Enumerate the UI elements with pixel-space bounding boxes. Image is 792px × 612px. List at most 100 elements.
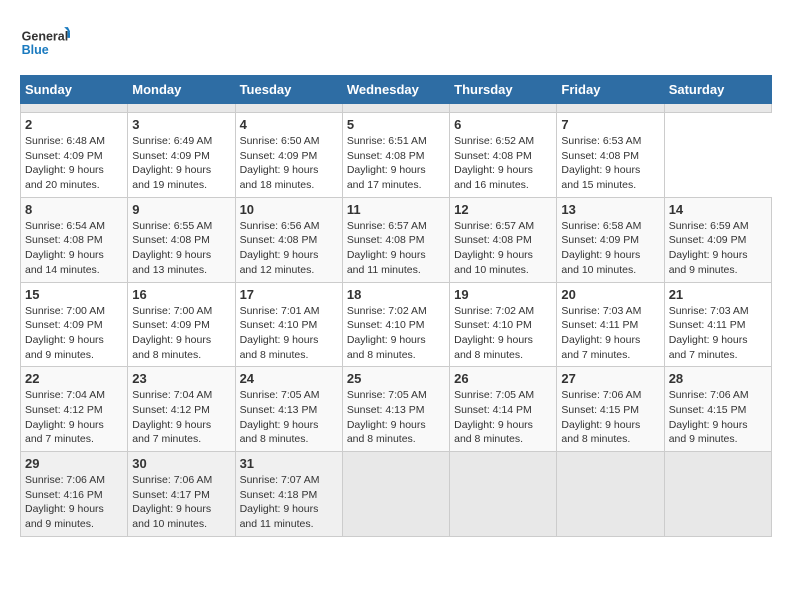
day-info: Sunrise: 7:01 AM Sunset: 4:10 PM Dayligh… xyxy=(240,304,338,363)
calendar-cell: 3 Sunrise: 6:49 AM Sunset: 4:09 PM Dayli… xyxy=(128,113,235,198)
calendar-cell: 2 Sunrise: 6:48 AM Sunset: 4:09 PM Dayli… xyxy=(21,113,128,198)
day-info: Sunrise: 7:02 AM Sunset: 4:10 PM Dayligh… xyxy=(347,304,445,363)
calendar-cell xyxy=(128,104,235,113)
calendar-cell: 8 Sunrise: 6:54 AM Sunset: 4:08 PM Dayli… xyxy=(21,197,128,282)
weekday-header-friday: Friday xyxy=(557,76,664,104)
calendar-cell: 7 Sunrise: 6:53 AM Sunset: 4:08 PM Dayli… xyxy=(557,113,664,198)
calendar-cell xyxy=(664,104,771,113)
calendar-cell: 15 Sunrise: 7:00 AM Sunset: 4:09 PM Dayl… xyxy=(21,282,128,367)
calendar-cell xyxy=(557,452,664,537)
calendar-cell: 17 Sunrise: 7:01 AM Sunset: 4:10 PM Dayl… xyxy=(235,282,342,367)
calendar-cell: 20 Sunrise: 7:03 AM Sunset: 4:11 PM Dayl… xyxy=(557,282,664,367)
calendar-cell: 26 Sunrise: 7:05 AM Sunset: 4:14 PM Dayl… xyxy=(450,367,557,452)
day-info: Sunrise: 6:50 AM Sunset: 4:09 PM Dayligh… xyxy=(240,134,338,193)
day-info: Sunrise: 6:54 AM Sunset: 4:08 PM Dayligh… xyxy=(25,219,123,278)
day-number: 23 xyxy=(132,371,230,386)
day-info: Sunrise: 7:06 AM Sunset: 4:16 PM Dayligh… xyxy=(25,473,123,532)
week-row-3: 8 Sunrise: 6:54 AM Sunset: 4:08 PM Dayli… xyxy=(21,197,772,282)
day-info: Sunrise: 7:00 AM Sunset: 4:09 PM Dayligh… xyxy=(25,304,123,363)
day-info: Sunrise: 7:02 AM Sunset: 4:10 PM Dayligh… xyxy=(454,304,552,363)
calendar-cell xyxy=(342,452,449,537)
calendar-cell: 24 Sunrise: 7:05 AM Sunset: 4:13 PM Dayl… xyxy=(235,367,342,452)
calendar-cell xyxy=(21,104,128,113)
day-info: Sunrise: 7:06 AM Sunset: 4:15 PM Dayligh… xyxy=(669,388,767,447)
week-row-6: 29 Sunrise: 7:06 AM Sunset: 4:16 PM Dayl… xyxy=(21,452,772,537)
day-info: Sunrise: 7:05 AM Sunset: 4:13 PM Dayligh… xyxy=(240,388,338,447)
calendar-cell: 29 Sunrise: 7:06 AM Sunset: 4:16 PM Dayl… xyxy=(21,452,128,537)
week-row-1 xyxy=(21,104,772,113)
calendar-cell: 5 Sunrise: 6:51 AM Sunset: 4:08 PM Dayli… xyxy=(342,113,449,198)
day-number: 17 xyxy=(240,287,338,302)
weekday-header-saturday: Saturday xyxy=(664,76,771,104)
day-info: Sunrise: 7:05 AM Sunset: 4:13 PM Dayligh… xyxy=(347,388,445,447)
logo-svg: General Blue xyxy=(20,20,70,65)
day-number: 5 xyxy=(347,117,445,132)
calendar-cell xyxy=(450,452,557,537)
day-number: 29 xyxy=(25,456,123,471)
weekday-header-thursday: Thursday xyxy=(450,76,557,104)
day-info: Sunrise: 6:51 AM Sunset: 4:08 PM Dayligh… xyxy=(347,134,445,193)
day-info: Sunrise: 6:48 AM Sunset: 4:09 PM Dayligh… xyxy=(25,134,123,193)
day-number: 6 xyxy=(454,117,552,132)
calendar-cell: 30 Sunrise: 7:06 AM Sunset: 4:17 PM Dayl… xyxy=(128,452,235,537)
day-number: 9 xyxy=(132,202,230,217)
calendar-cell: 22 Sunrise: 7:04 AM Sunset: 4:12 PM Dayl… xyxy=(21,367,128,452)
calendar-cell xyxy=(664,452,771,537)
calendar-cell: 11 Sunrise: 6:57 AM Sunset: 4:08 PM Dayl… xyxy=(342,197,449,282)
calendar-cell: 12 Sunrise: 6:57 AM Sunset: 4:08 PM Dayl… xyxy=(450,197,557,282)
day-info: Sunrise: 6:53 AM Sunset: 4:08 PM Dayligh… xyxy=(561,134,659,193)
day-number: 11 xyxy=(347,202,445,217)
calendar-cell: 27 Sunrise: 7:06 AM Sunset: 4:15 PM Dayl… xyxy=(557,367,664,452)
calendar-cell xyxy=(557,104,664,113)
day-number: 28 xyxy=(669,371,767,386)
calendar-cell xyxy=(450,104,557,113)
day-number: 4 xyxy=(240,117,338,132)
day-number: 14 xyxy=(669,202,767,217)
day-number: 19 xyxy=(454,287,552,302)
day-number: 22 xyxy=(25,371,123,386)
day-info: Sunrise: 7:03 AM Sunset: 4:11 PM Dayligh… xyxy=(669,304,767,363)
calendar-cell: 28 Sunrise: 7:06 AM Sunset: 4:15 PM Dayl… xyxy=(664,367,771,452)
calendar-cell: 18 Sunrise: 7:02 AM Sunset: 4:10 PM Dayl… xyxy=(342,282,449,367)
day-number: 2 xyxy=(25,117,123,132)
calendar-cell: 21 Sunrise: 7:03 AM Sunset: 4:11 PM Dayl… xyxy=(664,282,771,367)
weekday-header-sunday: Sunday xyxy=(21,76,128,104)
day-info: Sunrise: 7:03 AM Sunset: 4:11 PM Dayligh… xyxy=(561,304,659,363)
day-number: 30 xyxy=(132,456,230,471)
day-number: 8 xyxy=(25,202,123,217)
calendar-cell: 10 Sunrise: 6:56 AM Sunset: 4:08 PM Dayl… xyxy=(235,197,342,282)
day-number: 7 xyxy=(561,117,659,132)
day-number: 24 xyxy=(240,371,338,386)
day-number: 12 xyxy=(454,202,552,217)
day-number: 20 xyxy=(561,287,659,302)
calendar-cell: 16 Sunrise: 7:00 AM Sunset: 4:09 PM Dayl… xyxy=(128,282,235,367)
svg-text:General: General xyxy=(22,29,69,43)
calendar-cell: 4 Sunrise: 6:50 AM Sunset: 4:09 PM Dayli… xyxy=(235,113,342,198)
day-info: Sunrise: 7:04 AM Sunset: 4:12 PM Dayligh… xyxy=(25,388,123,447)
calendar-table: SundayMondayTuesdayWednesdayThursdayFrid… xyxy=(20,75,772,537)
day-info: Sunrise: 6:56 AM Sunset: 4:08 PM Dayligh… xyxy=(240,219,338,278)
day-number: 16 xyxy=(132,287,230,302)
calendar-cell: 13 Sunrise: 6:58 AM Sunset: 4:09 PM Dayl… xyxy=(557,197,664,282)
calendar-cell: 25 Sunrise: 7:05 AM Sunset: 4:13 PM Dayl… xyxy=(342,367,449,452)
weekday-header-row: SundayMondayTuesdayWednesdayThursdayFrid… xyxy=(21,76,772,104)
day-info: Sunrise: 6:52 AM Sunset: 4:08 PM Dayligh… xyxy=(454,134,552,193)
calendar-cell: 9 Sunrise: 6:55 AM Sunset: 4:08 PM Dayli… xyxy=(128,197,235,282)
day-info: Sunrise: 6:58 AM Sunset: 4:09 PM Dayligh… xyxy=(561,219,659,278)
day-info: Sunrise: 6:55 AM Sunset: 4:08 PM Dayligh… xyxy=(132,219,230,278)
day-info: Sunrise: 6:57 AM Sunset: 4:08 PM Dayligh… xyxy=(454,219,552,278)
day-number: 21 xyxy=(669,287,767,302)
day-number: 18 xyxy=(347,287,445,302)
calendar-cell xyxy=(235,104,342,113)
day-number: 13 xyxy=(561,202,659,217)
calendar-cell: 19 Sunrise: 7:02 AM Sunset: 4:10 PM Dayl… xyxy=(450,282,557,367)
week-row-2: 2 Sunrise: 6:48 AM Sunset: 4:09 PM Dayli… xyxy=(21,113,772,198)
weekday-header-wednesday: Wednesday xyxy=(342,76,449,104)
day-number: 27 xyxy=(561,371,659,386)
calendar-cell: 14 Sunrise: 6:59 AM Sunset: 4:09 PM Dayl… xyxy=(664,197,771,282)
page-header: General Blue xyxy=(20,20,772,65)
day-info: Sunrise: 7:06 AM Sunset: 4:17 PM Dayligh… xyxy=(132,473,230,532)
day-number: 10 xyxy=(240,202,338,217)
day-info: Sunrise: 6:57 AM Sunset: 4:08 PM Dayligh… xyxy=(347,219,445,278)
weekday-header-tuesday: Tuesday xyxy=(235,76,342,104)
